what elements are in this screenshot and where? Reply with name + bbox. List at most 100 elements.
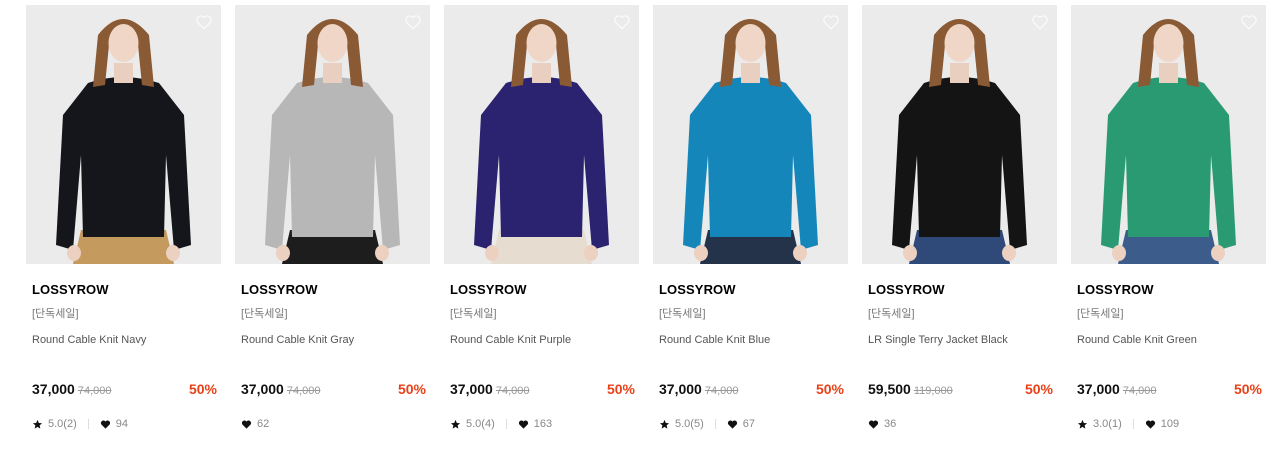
heart-icon	[727, 419, 737, 429]
like-count: 163	[533, 418, 553, 430]
star-icon	[1077, 419, 1088, 429]
product-name[interactable]: Round Cable Knit Navy	[32, 333, 221, 347]
sale-price: 37,000	[450, 381, 493, 397]
like-count: 36	[884, 418, 897, 430]
like-count: 67	[742, 418, 755, 430]
product-card-4[interactable]: LOSSYROW [단독세일] Round Cable Knit Blue 37…	[653, 5, 848, 430]
sale-price: 59,500	[868, 381, 911, 397]
product-card-1[interactable]: LOSSYROW [단독세일] Round Cable Knit Navy 37…	[26, 5, 221, 430]
divider	[714, 419, 716, 429]
discount-rate: 50%	[1233, 381, 1262, 397]
brand-name[interactable]: LOSSYROW	[32, 282, 221, 298]
product-image[interactable]	[653, 5, 848, 264]
sale-price: 37,000	[241, 381, 284, 397]
price-row: 37,000 74,000 50%	[241, 381, 430, 399]
like-count: 62	[257, 418, 270, 430]
heart-icon	[518, 419, 528, 429]
discount-rate: 50%	[1024, 381, 1053, 397]
wishlist-heart-icon[interactable]	[195, 13, 213, 31]
likes-group: 94	[100, 418, 128, 430]
rating-group: 5.0(2)	[32, 418, 100, 430]
divider	[87, 419, 89, 429]
price-row: 37,000 74,000 50%	[32, 381, 221, 399]
review-like-row: 36	[868, 417, 896, 431]
sale-tag: [단독세일]	[1077, 308, 1124, 320]
discount-rate: 50%	[606, 381, 635, 397]
like-count: 94	[115, 418, 128, 430]
likes-group: 109	[1145, 418, 1179, 430]
heart-icon	[100, 419, 110, 429]
wishlist-heart-icon[interactable]	[822, 13, 840, 31]
likes-group: 62	[241, 418, 269, 430]
sale-tag: [단독세일]	[32, 308, 79, 320]
product-image[interactable]	[1071, 5, 1266, 264]
heart-icon	[1145, 419, 1155, 429]
product-grid: LOSSYROW [단독세일] Round Cable Knit Navy 37…	[26, 5, 1266, 430]
wishlist-heart-icon[interactable]	[613, 13, 631, 31]
sale-price: 37,000	[1077, 381, 1120, 397]
product-name[interactable]: Round Cable Knit Green	[1077, 333, 1266, 347]
heart-icon	[241, 419, 252, 429]
price-row: 37,000 74,000 50%	[659, 381, 848, 399]
rating-value: 3.0(1)	[1093, 418, 1122, 430]
product-card-6[interactable]: LOSSYROW [단독세일] Round Cable Knit Green 3…	[1071, 5, 1266, 430]
rating-value: 5.0(5)	[675, 418, 704, 430]
brand-name[interactable]: LOSSYROW	[868, 282, 1057, 298]
original-price: 74,000	[77, 385, 112, 397]
sale-price: 37,000	[32, 381, 75, 397]
product-card-2[interactable]: LOSSYROW [단독세일] Round Cable Knit Gray 37…	[235, 5, 430, 430]
sale-tag: [단독세일]	[450, 308, 497, 320]
rating-group: 5.0(4)	[450, 418, 518, 430]
original-price: 74,000	[495, 385, 530, 397]
likes-group: 36	[868, 418, 896, 430]
product-card-3[interactable]: LOSSYROW [단독세일] Round Cable Knit Purple …	[444, 5, 639, 430]
likes-group: 163	[518, 418, 552, 430]
divider	[1132, 419, 1134, 429]
brand-name[interactable]: LOSSYROW	[1077, 282, 1266, 298]
likes-group: 67	[727, 418, 755, 430]
product-card-5[interactable]: LOSSYROW [단독세일] LR Single Terry Jacket B…	[862, 5, 1057, 430]
star-icon	[659, 419, 670, 429]
review-like-row: 5.0(2) 94	[32, 417, 128, 431]
sale-tag: [단독세일]	[659, 308, 706, 320]
price-row: 59,500 119,000 50%	[868, 381, 1057, 399]
review-like-row: 5.0(5) 67	[659, 417, 755, 431]
original-price: 74,000	[1122, 385, 1157, 397]
brand-name[interactable]: LOSSYROW	[241, 282, 430, 298]
price-row: 37,000 74,000 50%	[450, 381, 639, 399]
star-icon	[32, 419, 43, 429]
review-like-row: 5.0(4) 163	[450, 417, 552, 431]
heart-icon	[868, 419, 879, 429]
sale-tag: [단독세일]	[241, 308, 288, 320]
wishlist-heart-icon[interactable]	[404, 13, 422, 31]
brand-name[interactable]: LOSSYROW	[659, 282, 848, 298]
product-name[interactable]: Round Cable Knit Blue	[659, 333, 848, 347]
product-image[interactable]	[862, 5, 1057, 264]
discount-rate: 50%	[188, 381, 217, 397]
rating-group: 3.0(1)	[1077, 418, 1145, 430]
like-count: 109	[1160, 418, 1180, 430]
original-price: 74,000	[704, 385, 739, 397]
product-image[interactable]	[235, 5, 430, 264]
wishlist-heart-icon[interactable]	[1031, 13, 1049, 31]
product-image[interactable]	[444, 5, 639, 264]
brand-name[interactable]: LOSSYROW	[450, 282, 639, 298]
original-price: 74,000	[286, 385, 321, 397]
rating-value: 5.0(2)	[48, 418, 77, 430]
divider	[505, 419, 507, 429]
product-name[interactable]: LR Single Terry Jacket Black	[868, 333, 1057, 347]
discount-rate: 50%	[397, 381, 426, 397]
price-row: 37,000 74,000 50%	[1077, 381, 1266, 399]
product-name[interactable]: Round Cable Knit Gray	[241, 333, 430, 347]
sale-price: 37,000	[659, 381, 702, 397]
star-icon	[450, 419, 461, 429]
review-like-row: 3.0(1) 109	[1077, 417, 1179, 431]
product-name[interactable]: Round Cable Knit Purple	[450, 333, 639, 347]
rating-value: 5.0(4)	[466, 418, 495, 430]
sale-tag: [단독세일]	[868, 308, 915, 320]
product-image[interactable]	[26, 5, 221, 264]
wishlist-heart-icon[interactable]	[1240, 13, 1258, 31]
discount-rate: 50%	[815, 381, 844, 397]
rating-group: 5.0(5)	[659, 418, 727, 430]
original-price: 119,000	[913, 385, 953, 397]
